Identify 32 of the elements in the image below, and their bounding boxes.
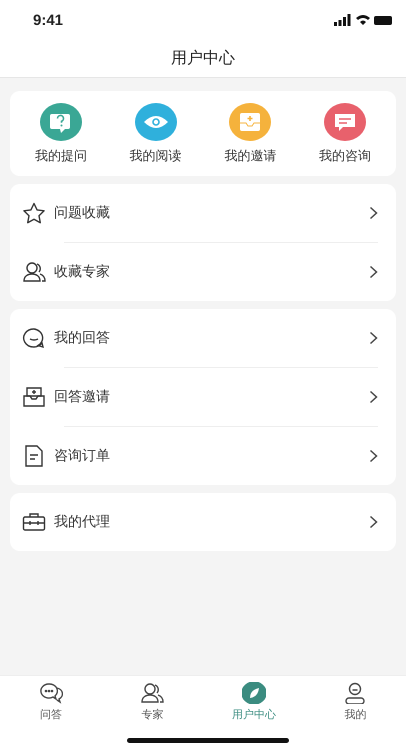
chevron-icon [369,206,378,220]
briefcase-icon [22,511,46,533]
chat-icon [38,682,63,704]
chevron-icon [369,331,378,345]
star-icon [22,202,46,224]
shortcut-item[interactable]: 我的咨询 [300,103,390,166]
page-title: 用户中心 [171,47,235,69]
tab-item[interactable]: 我的 [310,682,400,722]
menu-row[interactable]: 我的回答 [10,309,396,367]
chevron-icon [369,265,378,279]
menu-row[interactable]: 问题收藏 [10,184,396,242]
tray-icon [22,386,46,408]
tab-item[interactable]: 专家 [107,682,198,722]
shortcut-item[interactable]: 我的阅读 [110,103,201,166]
menu-row[interactable]: 回答邀请 [10,368,396,426]
menu-row[interactable]: 我的代理 [10,493,396,551]
menu-row[interactable]: 咨询订单 [10,427,396,485]
tab-item[interactable]: 问答 [6,682,96,722]
chevron-icon [369,390,378,404]
tab-item[interactable]: 用户中心 [208,682,299,722]
shortcut-item[interactable]: 我的邀请 [205,103,296,166]
menu-row[interactable]: 收藏专家 [10,243,396,301]
shortcut-item[interactable]: 我的提问 [16,103,106,166]
chevron-icon [369,515,378,529]
status-icons [334,14,394,26]
chevron-icon [369,449,378,463]
status-time: 9:41 [33,12,64,28]
leaf-icon [242,682,266,704]
bubble-icon [22,327,46,349]
person-icon [343,682,368,704]
people-icon [140,682,164,704]
people-icon [22,261,46,283]
